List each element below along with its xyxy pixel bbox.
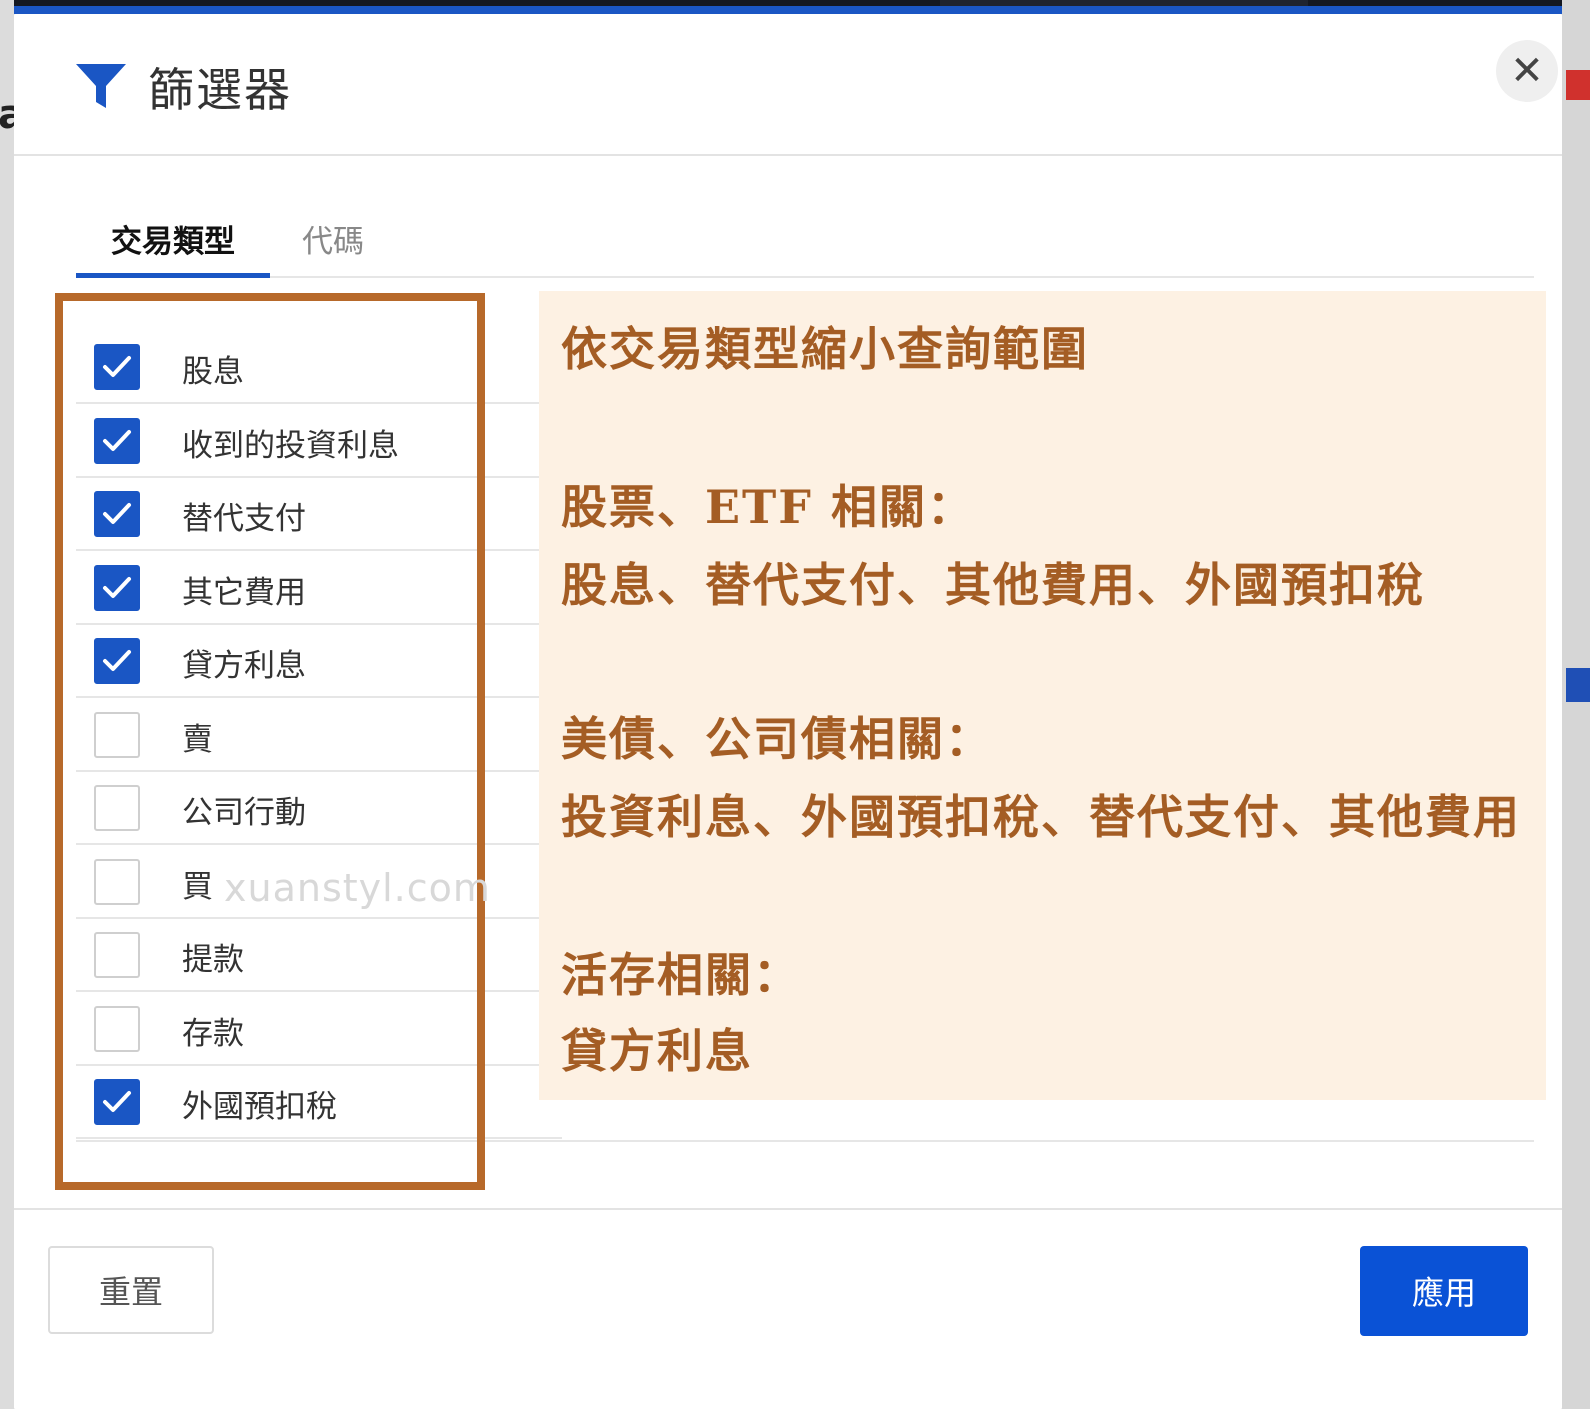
annotation-line: 美債、公司債相關：: [561, 712, 993, 766]
close-button[interactable]: ✕: [1496, 40, 1558, 102]
top-bar-segment: [1308, 0, 1564, 6]
backdrop-right: [1562, 0, 1590, 1409]
close-icon: ✕: [1510, 48, 1544, 94]
annotation-line: 活存相關：: [561, 948, 801, 1002]
watermark: xuanstyl.com: [224, 866, 491, 910]
filter-icon: [76, 64, 126, 108]
reset-button[interactable]: 重置: [48, 1246, 214, 1334]
annotation-line: 股票、ETF 相關：: [561, 480, 975, 534]
top-bar-accent: [14, 6, 1564, 14]
backdrop-badge: [1566, 70, 1590, 100]
modal-footer: 重置 應用: [14, 1208, 1562, 1409]
backdrop-left: a: [0, 0, 25, 1409]
top-bar: [0, 0, 1590, 14]
annotation-line: 依交易類型縮小查詢範圍: [561, 322, 1089, 376]
apply-button[interactable]: 應用: [1360, 1246, 1528, 1336]
annotation-line: 投資利息、外國預扣稅、替代支付、其他費用: [561, 790, 1521, 844]
annotation-note: 依交易類型縮小查詢範圍 股票、ETF 相關： 股息、替代支付、其他費用、外國預扣稅美…: [539, 291, 1546, 1100]
annotation-line: 貸方利息: [561, 1024, 753, 1078]
modal-header: 篩選器 ✕: [14, 14, 1562, 156]
annotation-highlight-box: [55, 293, 485, 1190]
backdrop-badge: [1566, 668, 1590, 702]
modal-title: 篩選器: [148, 63, 292, 117]
tab-bar: 交易類型 代碼: [76, 202, 1534, 278]
tab-transaction-type[interactable]: 交易類型: [76, 216, 270, 278]
tab-symbol[interactable]: 代碼: [302, 216, 364, 278]
annotation-line: 股息、替代支付、其他費用、外國預扣稅: [561, 558, 1425, 612]
